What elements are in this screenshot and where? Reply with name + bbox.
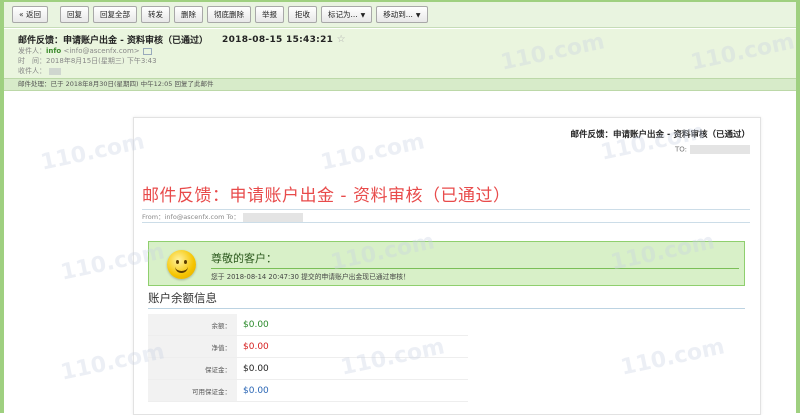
recipient-redacted (49, 67, 61, 75)
mail-toolbar: « 返回 回复 回复全部 转发 删除 彻底删除 举报 拒收 标记为... ▼ 移动… (4, 2, 796, 28)
mark-as-dropdown[interactable]: 标记为... ▼ (320, 6, 373, 23)
sender-label: 发件人： (18, 47, 46, 55)
approval-notice: 尊敬的客户： 您于 2018-08-14 20:47:30 提交的申请账户出金现… (148, 241, 745, 286)
equity-value: $0.00 (237, 335, 468, 358)
greeting: 尊敬的客户： (211, 252, 277, 265)
smiley-face-icon (167, 250, 196, 279)
sender-address: <info@ascenfx.com> (63, 47, 140, 55)
divider (148, 308, 745, 309)
balance-table: 余额： $0.00 净值： $0.00 保证金： $0.00 可用保证金： $0… (148, 314, 468, 402)
status-text: 邮件处理：已于 2018年8月30日(星期四) 中午12:05 回复了此邮件 (18, 80, 214, 88)
star-icon[interactable]: ☆ (337, 34, 346, 45)
mail-status-bar: 邮件处理：已于 2018年8月30日(星期四) 中午12:05 回复了此邮件 (4, 78, 796, 91)
email-heading: 邮件反馈：申请账户出金 - 资料审核（已通过） (142, 186, 511, 206)
balance-section-title: 账户余额信息 (148, 291, 217, 305)
sender-name[interactable]: info (46, 47, 61, 55)
move-to-label: 移动到... (383, 10, 413, 19)
move-to-dropdown[interactable]: 移动到... ▼ (376, 6, 428, 23)
divider (142, 222, 750, 223)
free-margin-value: $0.00 (237, 379, 468, 402)
margin-label: 保证金： (148, 357, 237, 380)
recipient-row: 收件人： (18, 66, 782, 76)
contact-card-icon[interactable] (142, 47, 152, 55)
divider (142, 209, 750, 210)
report-button[interactable]: 举报 (254, 6, 284, 23)
chevron-down-icon: ▼ (360, 12, 366, 19)
chevron-down-icon: ▼ (415, 12, 421, 19)
email-body-card: 邮件反馈：申请账户出金 - 资料审核（已通过） TO: 邮件反馈：申请账户出金 … (133, 117, 761, 415)
balance-label: 余额： (148, 314, 237, 336)
mail-datetime: 2018-08-15 15:43:21 ☆ (222, 33, 346, 45)
table-row: 保证金： $0.00 (148, 357, 468, 380)
divider (211, 268, 739, 269)
mark-as-label: 标记为... (327, 10, 358, 19)
card-to-line: TO: (571, 145, 750, 154)
from-to-redacted (242, 212, 303, 222)
notice-message: 您于 2018-08-14 20:47:30 提交的申请账户出金现已通过审核！ (211, 273, 410, 281)
permanent-delete-button[interactable]: 彻底删除 (206, 6, 251, 23)
mail-subject: 邮件反馈：申请账户出金 - 资料审核（已通过） (18, 35, 209, 46)
table-row: 净值： $0.00 (148, 335, 468, 358)
window-frame-right (796, 0, 800, 413)
reply-button[interactable]: 回复 (59, 6, 89, 23)
back-button[interactable]: « 返回 (12, 6, 48, 23)
balance-value: $0.00 (237, 314, 468, 336)
card-header: 邮件反馈：申请账户出金 - 资料审核（已通过） TO: (571, 128, 750, 154)
subject-line: 邮件反馈：申请账户出金 - 资料审核（已通过） 2018-08-15 15:43… (18, 32, 782, 46)
recipient-label: 收件人： (18, 67, 46, 75)
time-label: 时 间： (18, 57, 46, 65)
equity-label: 净值： (148, 335, 237, 358)
card-title: 邮件反馈：申请账户出金 - 资料审核（已通过） (570, 130, 750, 140)
to-redacted (690, 145, 750, 154)
reply-all-button[interactable]: 回复全部 (92, 6, 137, 23)
table-row: 余额： $0.00 (148, 314, 468, 336)
sender-row: 发件人：info <info@ascenfx.com> (18, 46, 782, 56)
delete-button[interactable]: 删除 (173, 6, 203, 23)
watermark-logo: 110.com (38, 129, 147, 176)
margin-value: $0.00 (237, 357, 468, 380)
forward-button[interactable]: 转发 (140, 6, 170, 23)
time-row: 时 间：2018年8月15日(星期三) 下午3:43 (18, 56, 782, 66)
reject-button[interactable]: 拒收 (287, 6, 317, 23)
from-line: From：info@ascenfx.com To： (142, 211, 303, 222)
free-margin-label: 可用保证金： (148, 379, 237, 402)
table-row: 可用保证金： $0.00 (148, 379, 468, 402)
time-value: 2018年8月15日(星期三) 下午3:43 (46, 57, 157, 65)
